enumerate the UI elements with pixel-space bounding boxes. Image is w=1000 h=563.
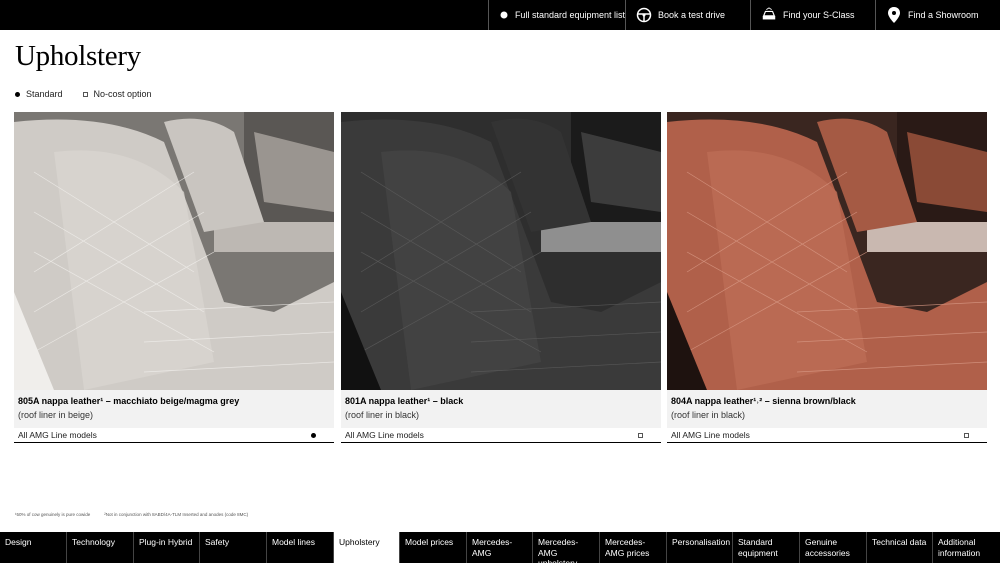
upholstery-card: 805A nappa leather¹ – macchiato beige/ma… <box>14 112 334 443</box>
legend-no-cost-label: No-cost option <box>93 89 152 99</box>
steering-wheel-icon <box>636 7 652 23</box>
upholstery-subtitle: (roof liner in black) <box>671 410 746 420</box>
tab-plug-in-hybrid[interactable]: Plug-in Hybrid <box>134 532 200 563</box>
models-row: All AMG Line models <box>341 428 661 443</box>
no-cost-square-icon <box>638 432 643 438</box>
tab-safety[interactable]: Safety <box>200 532 267 563</box>
upholstery-card: 804A nappa leather¹˒² – sienna brown/bla… <box>667 112 987 443</box>
topnav-label: Book a test drive <box>658 10 726 20</box>
tab-technical-data[interactable]: Technical data <box>867 532 933 563</box>
upholstery-info: 804A nappa leather¹˒² – sienna brown/bla… <box>667 390 987 428</box>
upholstery-subtitle: (roof liner in black) <box>345 410 420 420</box>
standard-dot-icon <box>311 432 316 438</box>
legend-standard-label: Standard <box>26 89 63 99</box>
models-label: All AMG Line models <box>345 430 424 440</box>
tab-personalisation[interactable]: Personalisation <box>667 532 733 563</box>
models-row: All AMG Line models <box>667 428 987 443</box>
upholstery-photo <box>14 112 334 390</box>
tab-model-lines[interactable]: Model lines <box>267 532 334 563</box>
dot-icon <box>499 7 509 23</box>
tab-mercedes-amg[interactable]: Mercedes-AMG <box>467 532 533 563</box>
topnav-label: Find your S-Class <box>783 10 855 20</box>
upholstery-info: 801A nappa leather¹ – black (roof liner … <box>341 390 661 428</box>
tab-genuine-accessories[interactable]: Genuine accessories <box>800 532 867 563</box>
bottom-navigation-bar: Design Technology Plug-in Hybrid Safety … <box>0 532 1000 563</box>
upholstery-subtitle: (roof liner in beige) <box>18 410 94 420</box>
models-label: All AMG Line models <box>671 430 750 440</box>
models-row: All AMG Line models <box>14 428 334 443</box>
upholstery-photo <box>341 112 661 390</box>
book-test-drive-link[interactable]: Book a test drive <box>625 0 750 30</box>
tab-standard-equipment[interactable]: Standard equipment <box>733 532 800 563</box>
tab-design[interactable]: Design <box>0 532 67 563</box>
legend: Standard No-cost option <box>15 89 152 99</box>
topnav-label: Full standard equipment list <box>514 10 625 20</box>
no-cost-square-icon <box>964 432 969 438</box>
upholstery-info: 805A nappa leather¹ – macchiato beige/ma… <box>14 390 334 428</box>
upholstery-title: 804A nappa leather¹˒² – sienna brown/bla… <box>671 396 856 406</box>
car-search-icon <box>761 7 777 23</box>
models-label: All AMG Line models <box>18 430 97 440</box>
tab-mercedes-amg-prices[interactable]: Mercedes-AMG prices <box>600 532 667 563</box>
standard-dot-icon <box>15 91 20 97</box>
tab-mercedes-amg-upholstery[interactable]: Mercedes-AMG upholstery <box>533 532 600 563</box>
find-s-class-link[interactable]: Find your S-Class <box>750 0 875 30</box>
find-showroom-link[interactable]: Find a Showroom <box>875 0 1000 30</box>
footnotes: ¹50% of cow genuinely is pure cowide ²No… <box>15 512 248 517</box>
upholstery-title: 805A nappa leather¹ – macchiato beige/ma… <box>18 396 240 406</box>
no-cost-square-icon <box>82 91 88 97</box>
tab-model-prices[interactable]: Model prices <box>400 532 467 563</box>
tab-technology[interactable]: Technology <box>67 532 134 563</box>
upholstery-card: 801A nappa leather¹ – black (roof liner … <box>341 112 661 443</box>
upholstery-title: 801A nappa leather¹ – black <box>345 396 464 406</box>
footnote: ¹50% of cow genuinely is pure cowide <box>15 512 91 517</box>
topnav-label: Find a Showroom <box>908 10 979 20</box>
full-equipment-list-link[interactable]: Full standard equipment list <box>488 0 625 30</box>
upholstery-photo <box>667 112 987 390</box>
tab-additional-information[interactable]: Additional information <box>933 532 1000 563</box>
footnote: ²Not in conjunction with 8ABD/4A-TLM Ins… <box>104 512 249 517</box>
location-pin-icon <box>886 7 902 23</box>
page-title: Upholstery <box>15 40 141 72</box>
tab-upholstery[interactable]: Upholstery <box>334 532 400 563</box>
top-navigation-bar: Full standard equipment list Book a test… <box>0 0 1000 30</box>
